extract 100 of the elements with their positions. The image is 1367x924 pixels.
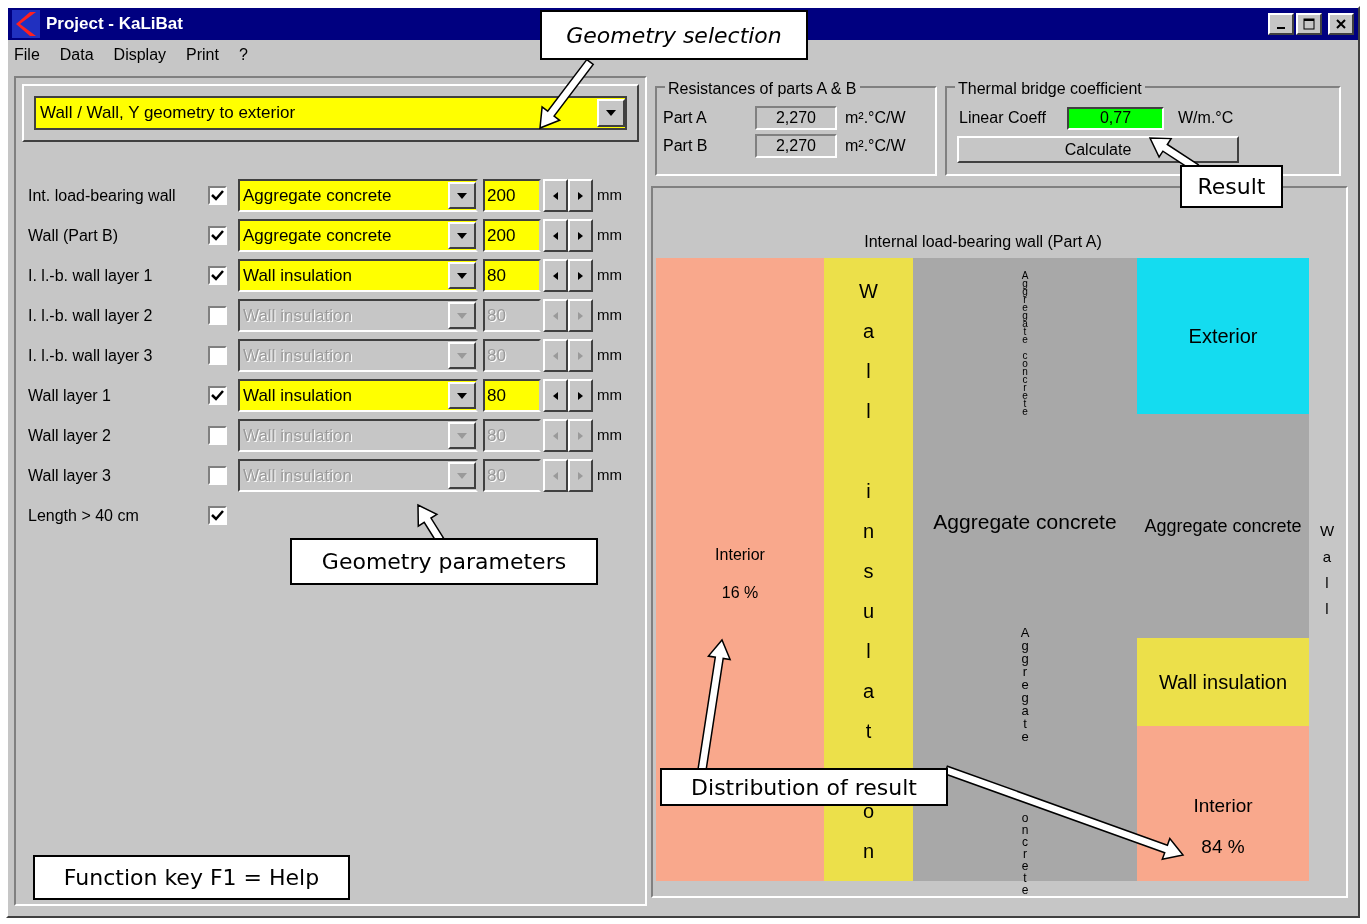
share-label: 16 % [721,583,759,603]
decrease-button[interactable] [543,179,568,212]
decrease-button[interactable] [543,299,568,332]
close-button[interactable] [1328,13,1354,35]
letter: W [1319,522,1335,540]
increase-button[interactable] [568,459,593,492]
thickness-field[interactable]: 80 [483,379,541,412]
increase-button[interactable] [568,179,593,212]
layer-label: Wall insulation [1158,670,1288,695]
checkbox[interactable] [208,306,227,325]
left-triangle-icon [553,391,558,400]
field-label: Int. load-bearing wall [28,185,177,206]
field-label: Wall layer 3 [28,465,112,486]
vertical-label: Aggregate concrete [1021,272,1029,416]
material-dropdown[interactable]: Aggregate concrete [238,179,478,212]
calculate-button[interactable]: Calculate [957,136,1239,163]
thickness-field[interactable]: 200 [483,179,541,212]
field-label: Part B [663,136,709,156]
value-field: 2,270 [755,106,837,130]
increase-button[interactable] [568,219,593,252]
maximize-icon [1303,18,1315,30]
material-dropdown[interactable]: Wall insulation [238,379,478,412]
right-triangle-icon [578,351,583,360]
caret-icon [457,352,467,359]
diagram-header: Internal load-bearing wall (Part A) [864,232,1102,252]
right-triangle-icon [578,391,583,400]
decrease-button[interactable] [543,259,568,292]
increase-button[interactable] [568,339,593,372]
right-triangle-icon [578,271,583,280]
vertical-label: Aggregate [1020,626,1030,743]
check-icon [211,389,224,402]
letter: a [862,319,875,343]
caret-icon [457,192,467,199]
material-dropdown[interactable]: Wall insulation [238,259,478,292]
minimize-icon [1277,27,1285,29]
right-triangle-icon [578,191,583,200]
field-label: Linear Coeff [959,108,1047,128]
caret-icon [606,110,616,116]
caret-icon [457,312,467,319]
unit-label: m².°C/W [845,136,906,156]
maximize-button[interactable] [1296,13,1322,35]
vertical-label: oncrete [1021,812,1029,896]
thickness-field[interactable]: 80 [483,259,541,292]
geometry-dropdown[interactable]: Wall / Wall, Y geometry to exterior [34,96,627,130]
letter: l [866,359,871,383]
menu-item[interactable]: Data [57,43,96,67]
caret-icon [457,472,467,479]
layer-label: Aggregate concrete [1144,514,1302,538]
letter: n [862,839,875,863]
checkbox[interactable] [208,226,227,245]
letter: u [862,599,875,623]
callout-box: Geometry selection [540,10,808,60]
layer-label: Aggregate concrete [933,510,1117,534]
checkbox[interactable] [208,186,227,205]
callout-box: Function key F1 = Help [33,855,350,900]
field-label: Part A [663,108,708,128]
checkbox[interactable] [208,346,227,365]
window-title: Project - KaLiBat [46,13,183,36]
increase-button[interactable] [568,419,593,452]
left-triangle-icon [553,271,558,280]
unit-label: mm [597,345,622,366]
decrease-button[interactable] [543,339,568,372]
caret-icon [457,232,467,239]
unit-label: mm [597,185,622,206]
decrease-button[interactable] [543,419,568,452]
checkbox[interactable] [208,426,227,445]
menu-item[interactable]: ? [236,43,250,67]
letter: a [862,679,875,703]
letter: l [1325,574,1329,592]
check-icon [211,509,224,522]
decrease-button[interactable] [543,459,568,492]
increase-button[interactable] [568,259,593,292]
letter: a [1322,548,1332,566]
material-dropdown[interactable]: Aggregate concrete [238,219,478,252]
minimize-button[interactable] [1268,13,1294,35]
menu-item[interactable]: Display [111,43,169,67]
chevron-icon [12,10,40,38]
zone-label: Exterior [1188,324,1258,349]
letter: l [866,639,871,663]
field-label: Wall (Part B) [28,225,120,246]
checkbox[interactable] [208,266,227,285]
menu-item[interactable]: File [12,43,42,67]
increase-button[interactable] [568,379,593,412]
checkbox[interactable] [208,506,227,525]
decrease-button[interactable] [543,219,568,252]
menu-item[interactable]: Print [184,43,221,67]
increase-button[interactable] [568,299,593,332]
thickness-field[interactable]: 200 [483,219,541,252]
decrease-button[interactable] [543,379,568,412]
callout-box: Result [1180,165,1283,208]
letter: W [859,279,878,303]
unit-label: m².°C/W [845,108,906,128]
caret-icon [457,272,467,279]
field-label: Wall layer 1 [28,385,112,406]
checkbox[interactable] [208,386,227,405]
field-label: I. l.-b. wall layer 3 [28,345,154,366]
callout-box: Distribution of result [660,768,948,806]
checkbox[interactable] [208,466,227,485]
value-field: 2,270 [755,134,837,158]
right-triangle-icon [578,311,583,320]
